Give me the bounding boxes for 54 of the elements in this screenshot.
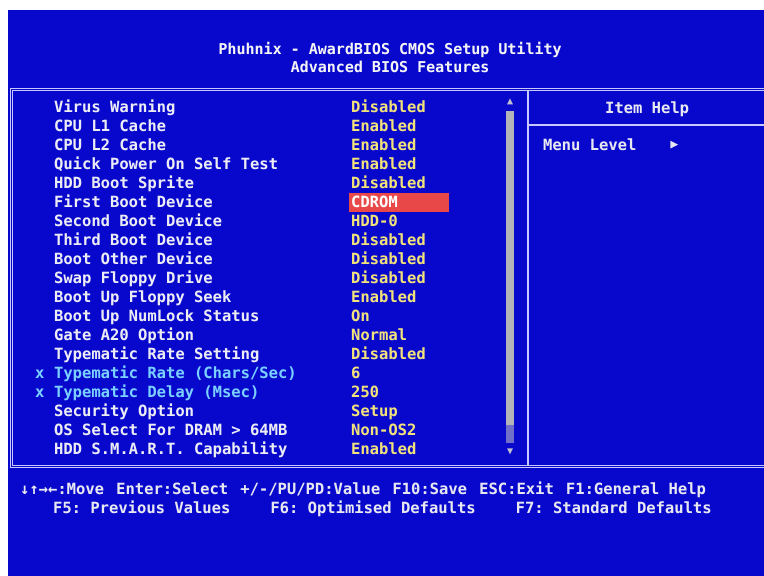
- setting-label[interactable]: Quick Power On Self Test: [54, 155, 278, 173]
- key-hint: F10:Save: [392, 480, 467, 499]
- setting-value[interactable]: Disabled: [351, 269, 426, 288]
- scroll-down-icon[interactable]: ▼: [506, 445, 514, 459]
- key-hint: Enter:Select: [116, 480, 228, 499]
- key-hint: F7: Standard Defaults: [516, 499, 712, 518]
- setting-label[interactable]: Typematic Rate Setting: [54, 345, 260, 363]
- setting-value[interactable]: Enabled: [351, 440, 416, 459]
- arrow-right-icon: ▶: [670, 136, 678, 154]
- setting-value[interactable]: Non-OS2: [351, 421, 416, 440]
- setting-value[interactable]: CDROM: [349, 193, 449, 212]
- disabled-marker: x: [35, 383, 44, 401]
- setting-value[interactable]: Setup: [351, 402, 398, 421]
- setting-label[interactable]: OS Select For DRAM > 64MB: [54, 421, 288, 439]
- scroll-up-icon[interactable]: ▲: [506, 95, 514, 109]
- setting-value[interactable]: Enabled: [351, 155, 416, 174]
- setting-label[interactable]: CPU L2 Cache: [54, 136, 166, 154]
- setting-label[interactable]: Second Boot Device: [54, 212, 222, 230]
- setting-label[interactable]: Virus Warning: [54, 98, 176, 116]
- key-hint: ESC:Exit: [479, 480, 554, 499]
- setting-value[interactable]: Disabled: [351, 174, 426, 193]
- setting-value[interactable]: Enabled: [351, 117, 416, 136]
- setting-value[interactable]: Disabled: [351, 250, 426, 269]
- setting-value[interactable]: Enabled: [351, 136, 416, 155]
- setting-value[interactable]: Disabled: [351, 345, 426, 364]
- setting-label[interactable]: HDD Boot Sprite: [54, 174, 194, 192]
- scrollbar-track[interactable]: [506, 111, 514, 443]
- bios-title: Phuhnix - AwardBIOS CMOS Setup Utility: [218, 40, 562, 58]
- setting-value[interactable]: Disabled: [351, 231, 426, 250]
- setting-value[interactable]: Normal: [351, 326, 407, 345]
- setting-label[interactable]: Boot Up NumLock Status: [54, 307, 260, 325]
- setting-value[interactable]: Disabled: [351, 98, 426, 117]
- key-hint: +/-/PU/PD:Value: [240, 480, 380, 499]
- key-hint: ↓↑→←:Move: [20, 480, 104, 499]
- setting-label[interactable]: CPU L1 Cache: [54, 117, 166, 135]
- setting-value[interactable]: On: [351, 307, 370, 326]
- setting-label[interactable]: Swap Floppy Drive: [54, 269, 213, 287]
- key-hint: F5: Previous Values: [53, 499, 230, 518]
- menu-level-label: Menu Level: [543, 136, 636, 154]
- help-title: Item Help: [605, 98, 689, 116]
- disabled-marker: x: [35, 364, 44, 382]
- key-hint: F6: Optimised Defaults: [270, 499, 476, 518]
- setting-label[interactable]: Boot Other Device: [54, 250, 213, 268]
- setting-label[interactable]: Boot Up Floppy Seek: [54, 288, 232, 306]
- setting-label[interactable]: Security Option: [54, 402, 194, 420]
- key-hint: F1:General Help: [566, 480, 706, 499]
- scroll-thumb[interactable]: [506, 425, 514, 443]
- setting-label[interactable]: HDD S.M.A.R.T. Capability: [54, 440, 288, 458]
- setting-value[interactable]: HDD-0: [351, 212, 398, 231]
- setting-label[interactable]: First Boot Device: [54, 193, 213, 211]
- setting-label[interactable]: Third Boot Device: [54, 231, 213, 249]
- bios-subtitle: Advanced BIOS Features: [290, 58, 490, 76]
- setting-value[interactable]: Enabled: [351, 288, 416, 307]
- setting-label[interactable]: Gate A20 Option: [54, 326, 194, 344]
